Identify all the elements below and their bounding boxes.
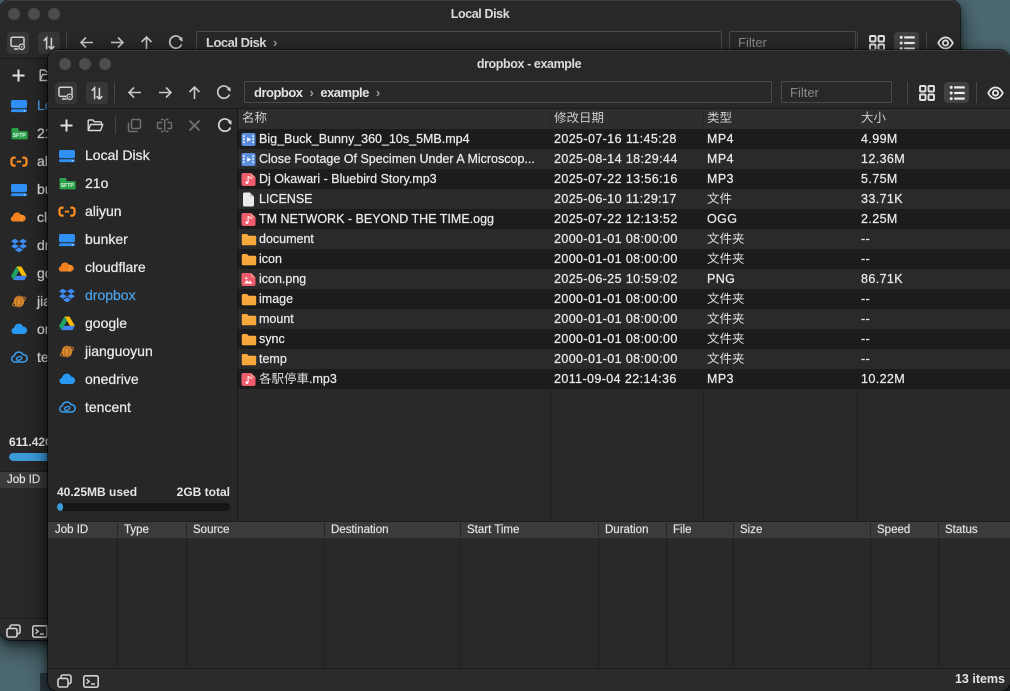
svg-text:SFTP: SFTP <box>61 183 75 189</box>
svg-text:SFTP: SFTP <box>13 133 27 139</box>
